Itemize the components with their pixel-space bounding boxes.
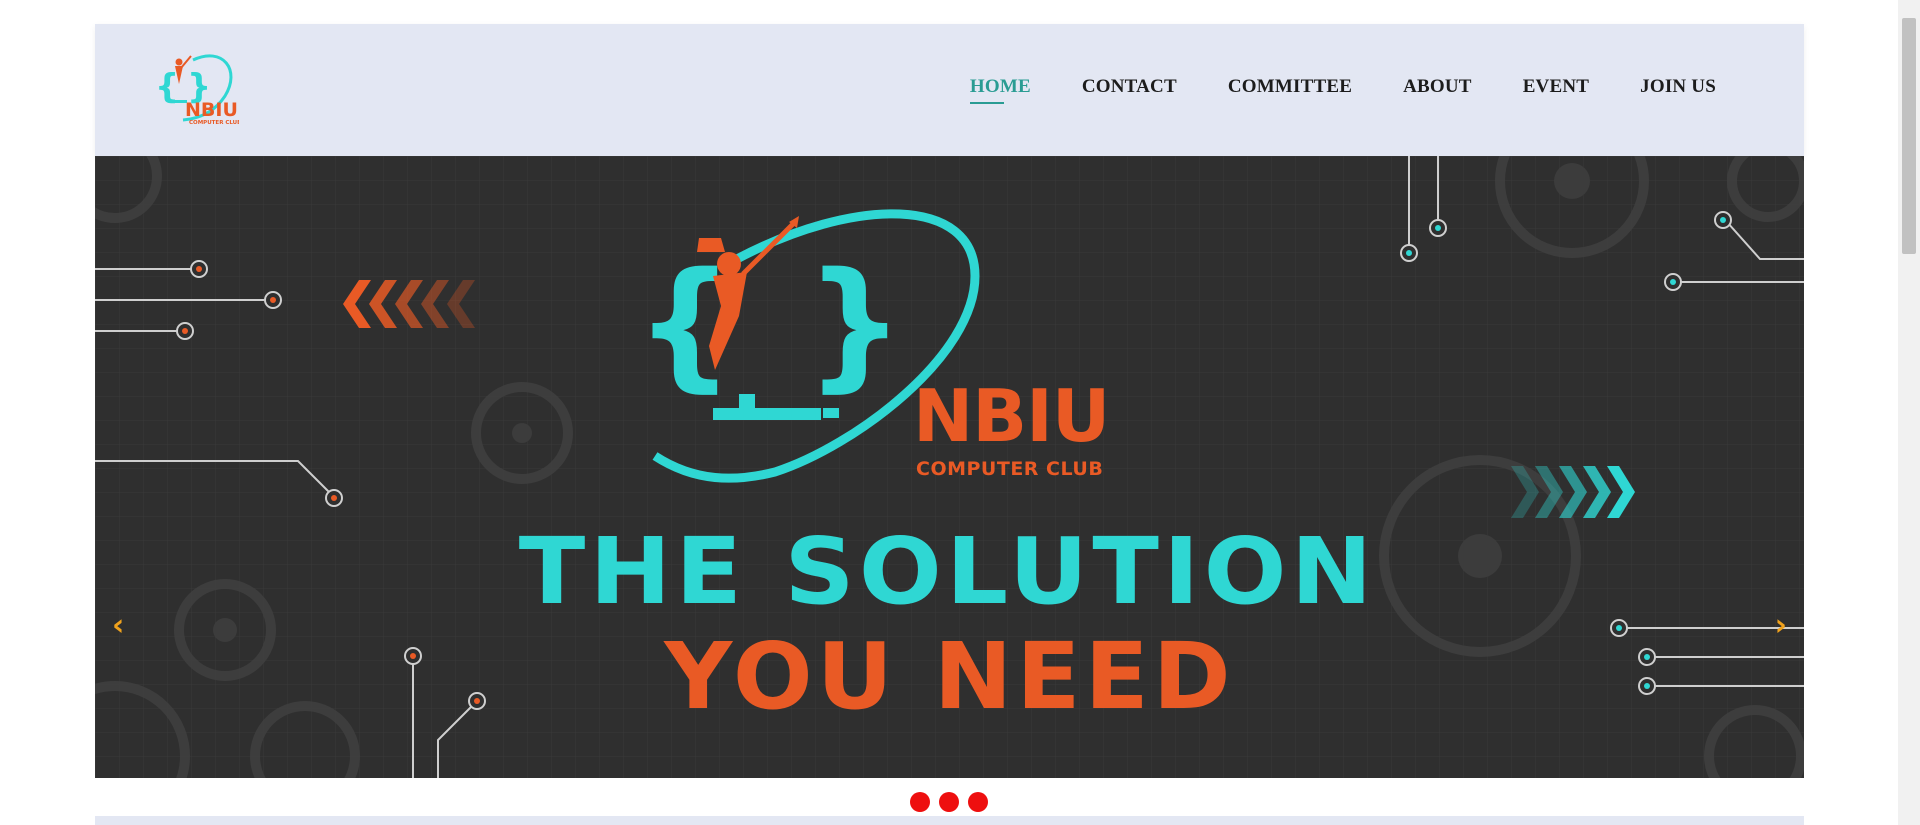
slider-dot-3[interactable] [968,792,988,812]
nav-join-us[interactable]: JOIN US [1640,76,1716,97]
page-scrollbar[interactable] [1898,0,1920,825]
hero-headline-line1: THE SOLUTION [518,518,1377,625]
hero-brand-name: NBIU [913,374,1110,458]
hero-brand-subtitle: COMPUTER CLUB [916,458,1104,480]
svg-text:COMPUTER CLUB: COMPUTER CLUB [189,120,239,126]
page: { } NBIU COMPUTER CLUB HOME CONTACT COMM… [0,0,1920,825]
next-section-strip [95,816,1804,825]
navbar: { } NBIU COMPUTER CLUB HOME CONTACT COMM… [95,24,1804,156]
nav-event[interactable]: EVENT [1523,76,1589,97]
main-nav: HOME CONTACT COMMITTEE ABOUT EVENT JOIN … [970,76,1716,98]
hero-slider: { } NBIU COMPUTER CLUB THE SOLUTION YOU … [95,156,1804,778]
nav-home[interactable]: HOME [970,76,1031,97]
slider-dot-2[interactable] [939,792,959,812]
nav-contact[interactable]: CONTACT [1082,76,1177,97]
club-logo[interactable]: { } NBIU COMPUTER CLUB [153,48,241,130]
nav-about[interactable]: ABOUT [1403,76,1472,97]
scrollbar-thumb[interactable] [1902,18,1916,254]
slider-dot-1[interactable] [910,792,930,812]
hero-headline-line2: YOU NEED [664,623,1235,730]
slider-next-icon[interactable]: › [1775,611,1787,641]
svg-text:}: } [805,243,905,406]
nav-committee[interactable]: COMMITTEE [1228,76,1352,97]
slider-prev-icon[interactable]: ‹ [112,611,124,641]
slider-indicators [910,792,988,812]
logo-text: NBIU [185,99,238,121]
